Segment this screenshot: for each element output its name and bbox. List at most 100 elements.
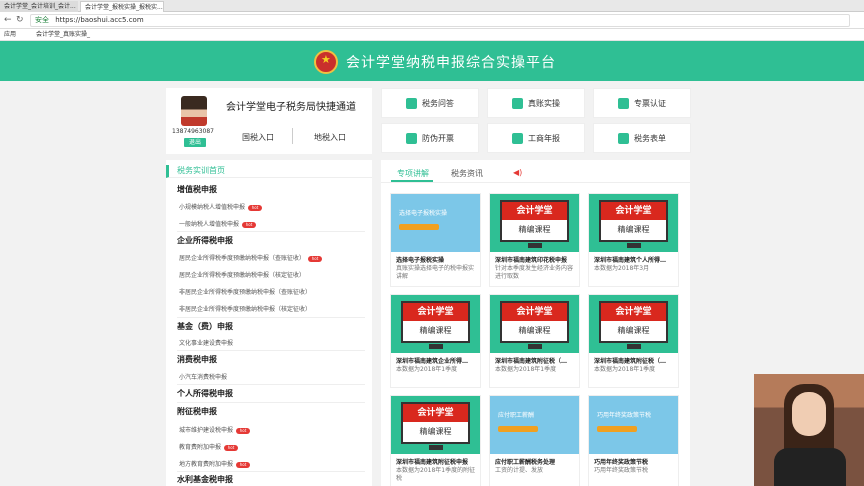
- monitor-icon: 会计学堂 精编课程: [599, 200, 668, 242]
- tab-tax-news[interactable]: 税务资讯: [451, 168, 483, 179]
- course-card[interactable]: 会计学堂 精编课程 深圳市福南建筑个人所得… 本数据为2018年3月: [588, 193, 679, 287]
- menu-item[interactable]: 居民企业所得税季度预缴纳税申报（核定征收）: [179, 270, 305, 279]
- menu-item[interactable]: 居民企业所得税季度预缴纳税申报（查账征收） hot: [179, 253, 323, 262]
- course-title: 巧用年终奖政策节税: [594, 459, 649, 466]
- profile-card: 13874963087 退出 会计学堂电子税务局快捷通道 国税入口 地税入口: [166, 88, 372, 154]
- menu-item[interactable]: 地方教育费附加申报 hot: [179, 459, 251, 468]
- reload-icon[interactable]: ↻: [16, 15, 24, 25]
- monitor-icon: 会计学堂 精编课程: [500, 200, 569, 242]
- site-title: 会计学堂纳税申报综合实操平台: [346, 55, 556, 71]
- webcam-overlay: [754, 374, 864, 486]
- menu-item[interactable]: 一般纳税人增值税申报 hot: [179, 219, 257, 228]
- course-desc: 本数据为2018年1季度: [495, 366, 557, 373]
- course-thumbnail: 会计学堂 精编课程: [391, 295, 480, 353]
- monitor-icon: 会计学堂 精编课程: [599, 301, 668, 343]
- course-panel: 专项讲解 税务资讯 ◀) 选择电子报税实操 选择电子报税实操 真账实操选择电子的…: [381, 160, 690, 486]
- monitor-icon: 会计学堂 精编课程: [401, 301, 470, 343]
- browser-tab[interactable]: 会计学堂_会计培训_会计...: [0, 1, 78, 12]
- site-banner: 会计学堂纳税申报综合实操平台: [0, 41, 864, 81]
- monitor-icon: 会计学堂 精编课程: [401, 402, 470, 444]
- avatar: [181, 96, 207, 126]
- category-personal-income-tax[interactable]: 个人所得税申报: [177, 388, 233, 399]
- sidebar-heading[interactable]: 税务实训首页: [166, 165, 372, 178]
- course-title: 深圳市福南建筑附征税申报: [396, 459, 469, 466]
- logout-button[interactable]: 退出: [184, 138, 206, 147]
- course-title: 深圳市福南建筑个人所得…: [594, 257, 667, 264]
- course-title: 深圳市福南建筑附征税（…: [495, 358, 568, 365]
- hot-badge-icon: hot: [236, 461, 251, 468]
- divider: [177, 384, 365, 385]
- course-title: 选择电子报税实操: [396, 257, 445, 264]
- course-card[interactable]: 会计学堂 精编课程 深圳市福南建筑附征税（… 本数据为2018年1季度: [588, 294, 679, 388]
- sidebar-menu: 税务实训首页 增值税申报 小规模纳税人增值税申报 hot 一般纳税人增值税申报 ho…: [166, 160, 372, 486]
- browser-tab-active[interactable]: 会计学堂_报税实操_报税实...: [80, 1, 164, 12]
- category-surtax[interactable]: 附征税申报: [177, 406, 217, 417]
- menu-item[interactable]: 文化事业建设费申报: [179, 338, 233, 347]
- course-card[interactable]: 会计学堂 精编课程 深圳市福南建筑附征税（… 本数据为2018年1季度: [489, 294, 580, 388]
- course-card[interactable]: 会计学堂 精编课程 深圳市福南建筑企业所得… 本数据为2018年1季度: [390, 294, 481, 388]
- divider: [177, 402, 365, 403]
- quick-link-annual-report[interactable]: 工商年报: [487, 123, 585, 153]
- category-water-fund[interactable]: 水利基金税申报: [177, 474, 233, 485]
- hot-badge-icon: hot: [248, 204, 263, 211]
- course-desc: 本数据为2018年1季度: [396, 366, 458, 373]
- divider: [177, 231, 365, 232]
- course-desc: 针对本季度发生经济业务内容进行取数: [495, 265, 574, 280]
- form-icon: [618, 133, 629, 144]
- quick-link-anti-fake-invoice[interactable]: 防伪开票: [381, 123, 479, 153]
- menu-item[interactable]: 小汽车消费税申报: [179, 372, 227, 381]
- course-card[interactable]: 选择电子报税实操 选择电子报税实操 真账实操选择电子的税申报实讲解: [390, 193, 481, 287]
- tab-special-lectures[interactable]: 专项讲解: [397, 168, 429, 179]
- local-tax-entry[interactable]: 地税入口: [314, 132, 346, 143]
- menu-item[interactable]: 非居民企业所得税季度预缴纳税申报（核定征收）: [179, 304, 311, 313]
- course-card[interactable]: 巧用年终奖政策节税 巧用年终奖政策节税 巧用年终奖政策节税: [588, 395, 679, 486]
- quick-link-tax-qa[interactable]: 税务问答: [381, 88, 479, 118]
- course-desc: 巧用年终奖政策节税: [594, 467, 649, 474]
- quick-link-real-practice[interactable]: 真账实操: [487, 88, 585, 118]
- menu-item[interactable]: 小规模纳税人增值税申报 hot: [179, 202, 263, 211]
- quick-link-invoice-cert[interactable]: 专票认证: [593, 88, 691, 118]
- course-desc: 工资的计提、发放: [495, 467, 544, 474]
- divider: [177, 350, 365, 351]
- thumbnail-button: [399, 224, 439, 230]
- browser-tabbar: 会计学堂_会计培训_会计... 会计学堂_报税实操_报税实...: [0, 0, 864, 12]
- course-title: 深圳市福南建筑印花税申报: [495, 257, 568, 264]
- course-card[interactable]: 应付职工薪酬 应付职工薪酬税务处理 工资的计提、发放: [489, 395, 580, 486]
- course-desc: 本数据为2018年1季度: [594, 366, 656, 373]
- document-icon: [512, 98, 523, 109]
- course-thumbnail: 会计学堂 精编课程: [490, 295, 579, 353]
- national-tax-entry[interactable]: 国税入口: [242, 132, 274, 143]
- category-consumption-tax[interactable]: 消费税申报: [177, 354, 217, 365]
- tax-emblem-icon: [314, 50, 338, 74]
- course-title: 应付职工薪酬税务处理: [495, 459, 556, 466]
- printer-icon: [406, 133, 417, 144]
- bookmarks-bar: 应用 会计学堂_真账实操_: [0, 29, 864, 41]
- tag-icon: [618, 98, 629, 109]
- bookmark-link[interactable]: 会计学堂_真账实操_: [36, 29, 90, 41]
- category-fund-fee[interactable]: 基金（费）申报: [177, 321, 233, 332]
- menu-item[interactable]: 教育费附加申报 hot: [179, 442, 239, 451]
- course-desc: 本数据为2018年1季度的附征税: [396, 467, 476, 482]
- back-icon[interactable]: ←: [4, 15, 12, 25]
- category-vat[interactable]: 增值税申报: [177, 184, 217, 195]
- thumbnail-button: [498, 426, 538, 432]
- url-field[interactable]: 安全 https://baoshui.acc5.com: [30, 14, 850, 27]
- course-thumbnail: 会计学堂 精编课程: [589, 194, 678, 252]
- course-card[interactable]: 会计学堂 精编课程 深圳市福南建筑附征税申报 本数据为2018年1季度的附征税: [390, 395, 481, 486]
- divider: [381, 182, 690, 183]
- chat-icon: [406, 98, 417, 109]
- course-thumbnail: 会计学堂 精编课程: [490, 194, 579, 252]
- course-card[interactable]: 会计学堂 精编课程 深圳市福南建筑印花税申报 针对本季度发生经济业务内容进行取数: [489, 193, 580, 287]
- thumbnail-button: [597, 426, 637, 432]
- menu-item[interactable]: 非居民企业所得税季度预缴纳税申报（查账征收）: [179, 287, 311, 296]
- quick-link-tax-forms[interactable]: 税务表单: [593, 123, 691, 153]
- course-desc: 真账实操选择电子的税申报实讲解: [396, 265, 475, 280]
- url-text: https://baoshui.acc5.com: [55, 16, 144, 24]
- course-thumbnail: 会计学堂 精编课程: [391, 396, 480, 454]
- course-title: 深圳市福南建筑企业所得…: [396, 358, 469, 365]
- divider: [177, 317, 365, 318]
- bookmark-apps[interactable]: 应用: [4, 29, 16, 41]
- category-corporate-income-tax[interactable]: 企业所得税申报: [177, 235, 233, 246]
- menu-item[interactable]: 城市维护建设税申报 hot: [179, 425, 251, 434]
- profile-title: 会计学堂电子税务局快捷通道: [226, 102, 356, 113]
